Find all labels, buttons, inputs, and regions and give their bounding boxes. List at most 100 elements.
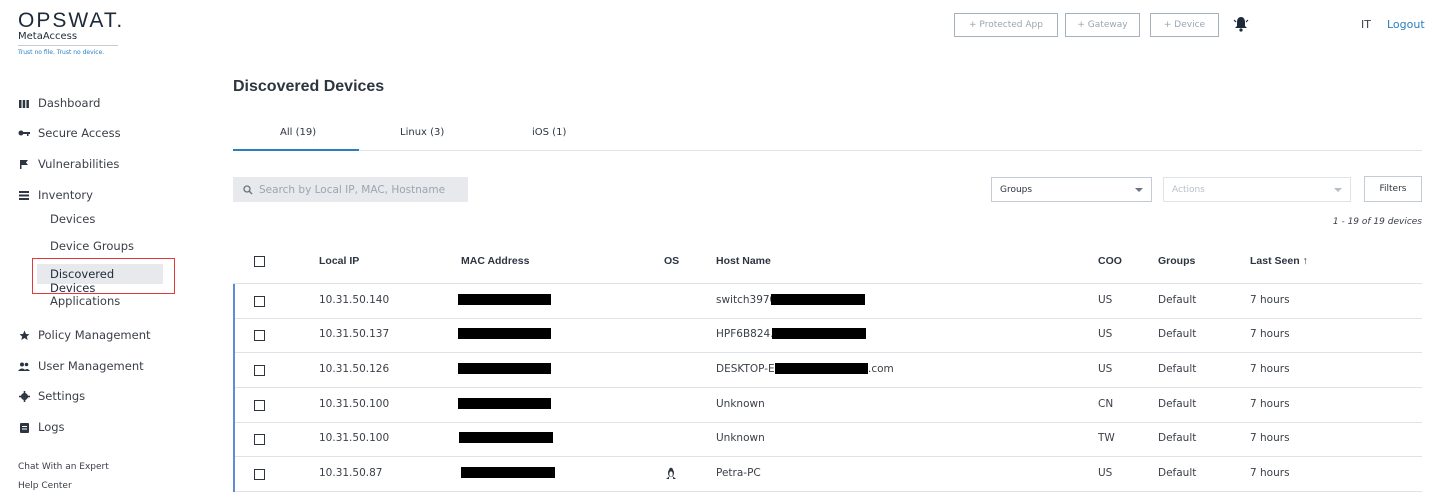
redacted-host [771, 294, 865, 305]
cell-groups: Default [1158, 328, 1197, 340]
search-placeholder: Search by Local IP, MAC, Hostname [259, 183, 446, 196]
cell-coo: TW [1098, 432, 1115, 444]
table-row[interactable]: 10.31.50.100 Unknown TW Default 7 hours [233, 422, 1422, 457]
groups-select-value: Groups [1000, 184, 1033, 195]
sidebar-item-logs[interactable]: Logs [18, 420, 65, 434]
redacted-mac [461, 467, 555, 478]
highlight-box [32, 258, 175, 294]
tab-linux[interactable]: Linux (3) [400, 127, 444, 138]
add-gateway-button[interactable]: + Gateway [1065, 13, 1140, 37]
cell-host-suffix: .com [868, 363, 894, 375]
page-title: Discovered Devices [233, 78, 385, 95]
add-device-button[interactable]: + Device [1150, 13, 1219, 37]
sidebar-item-dashboard[interactable]: Dashboard [18, 96, 100, 110]
sidebar-sub-device-groups[interactable]: Device Groups [50, 239, 134, 253]
cell-coo: US [1098, 294, 1113, 306]
tab-ios[interactable]: iOS (1) [532, 127, 566, 138]
cell-local-ip: 10.31.50.140 [319, 294, 390, 306]
table-row[interactable]: 10.31.50.87 Petra-PC US Default 7 hours [233, 457, 1422, 492]
brand-tagline: Trust no file. Trust no device. [18, 49, 105, 56]
sidebar-item-label: Settings [38, 389, 86, 403]
cell-coo: US [1098, 467, 1113, 479]
star-icon [18, 329, 30, 341]
logout-link[interactable]: Logout [1387, 18, 1425, 31]
table-row[interactable]: 10.31.50.140 switch3970 US Default 7 hou… [233, 284, 1422, 319]
col-last-seen[interactable]: Last Seen ↑ [1250, 255, 1308, 267]
row-checkbox[interactable] [254, 400, 265, 411]
users-icon [18, 360, 30, 372]
cell-groups: Default [1158, 467, 1197, 479]
sidebar-item-vulnerabilities[interactable]: Vulnerabilities [18, 157, 119, 171]
col-os[interactable]: OS [664, 255, 679, 267]
cell-last-seen: 7 hours [1250, 432, 1290, 444]
sidebar-item-label: Dashboard [38, 96, 101, 110]
product-name: MetaAccess [18, 31, 118, 46]
flag-icon [18, 158, 30, 170]
row-accent [233, 388, 235, 423]
row-checkbox[interactable] [254, 330, 265, 341]
host-name-text: DESKTOP-E [716, 363, 775, 375]
cell-coo: US [1098, 328, 1113, 340]
cell-host-name: switch3970 [716, 294, 776, 306]
col-mac-address[interactable]: MAC Address [461, 255, 529, 267]
sidebar-item-settings[interactable]: Settings [18, 389, 85, 403]
add-protected-app-button[interactable]: + Protected App [954, 13, 1058, 37]
cell-last-seen: 7 hours [1250, 467, 1290, 479]
chat-expert-link[interactable]: Chat With an Expert [18, 462, 109, 472]
chevron-down-icon [1135, 188, 1143, 192]
cell-last-seen: 7 hours [1250, 363, 1290, 375]
filters-button[interactable]: Filters [1364, 176, 1422, 202]
row-accent [233, 318, 235, 353]
actions-select[interactable]: Actions [1163, 177, 1351, 202]
redacted-mac [458, 398, 551, 409]
sidebar-item-secure-access[interactable]: Secure Access [18, 126, 121, 140]
search-input[interactable]: Search by Local IP, MAC, Hostname [233, 177, 468, 202]
help-center-link[interactable]: Help Center [18, 481, 72, 491]
sidebar-item-inventory[interactable]: Inventory [18, 188, 93, 202]
cell-host-name: Unknown [716, 398, 765, 410]
opswat-logo[interactable]: OPSWAT. MetaAccess Trust no file. Trust … [18, 9, 124, 56]
row-accent [233, 457, 235, 492]
table-row[interactable]: 10.31.50.137 HPF6B824. US Default 7 hour… [233, 318, 1422, 353]
redacted-mac [458, 328, 551, 339]
cell-groups: Default [1158, 294, 1197, 306]
col-host-name[interactable]: Host Name [716, 255, 771, 267]
sidebar-item-user-management[interactable]: User Management [18, 359, 144, 373]
table-row[interactable]: 10.31.50.100 Unknown CN Default 7 hours [233, 388, 1422, 423]
row-checkbox[interactable] [254, 365, 265, 376]
cell-local-ip: 10.31.50.137 [319, 328, 390, 340]
cell-groups: Default [1158, 432, 1197, 444]
sidebar-item-label: Logs [38, 420, 65, 434]
cell-last-seen: 7 hours [1250, 294, 1290, 306]
cell-coo: CN [1098, 398, 1114, 410]
actions-select-value: Actions [1172, 184, 1205, 195]
sidebar-sub-devices[interactable]: Devices [50, 212, 95, 226]
sidebar-item-policy-management[interactable]: Policy Management [18, 328, 151, 342]
brand-name: OPSWAT. [18, 9, 125, 32]
key-icon [18, 127, 30, 139]
gear-icon [18, 390, 30, 402]
row-checkbox[interactable] [254, 296, 265, 307]
row-accent [233, 353, 235, 388]
search-icon [243, 184, 253, 194]
tab-all[interactable]: All (19) [280, 127, 316, 138]
list-icon [18, 189, 30, 201]
sidebar: OPSWAT. MetaAccess Trust no file. Trust … [0, 0, 200, 493]
clipboard-icon [18, 421, 30, 433]
cell-host-name: DESKTOP-E [716, 363, 775, 375]
bell-icon[interactable] [1233, 16, 1249, 32]
col-local-ip[interactable]: Local IP [319, 255, 359, 267]
row-accent [233, 284, 235, 319]
cell-local-ip: 10.31.50.87 [319, 467, 383, 479]
row-checkbox[interactable] [254, 434, 265, 445]
col-coo[interactable]: COO [1098, 255, 1122, 267]
row-checkbox[interactable] [254, 469, 265, 480]
table-row[interactable]: 10.31.50.126 DESKTOP-E .com US Default 7… [233, 353, 1422, 388]
user-name[interactable]: IT [1361, 18, 1371, 31]
select-all-checkbox[interactable] [254, 256, 265, 267]
linux-icon [666, 467, 676, 479]
groups-select[interactable]: Groups [991, 177, 1152, 202]
sidebar-sub-applications[interactable]: Applications [50, 294, 120, 308]
col-groups[interactable]: Groups [1158, 255, 1195, 267]
device-count: 1 - 19 of 19 devices [1332, 217, 1422, 227]
